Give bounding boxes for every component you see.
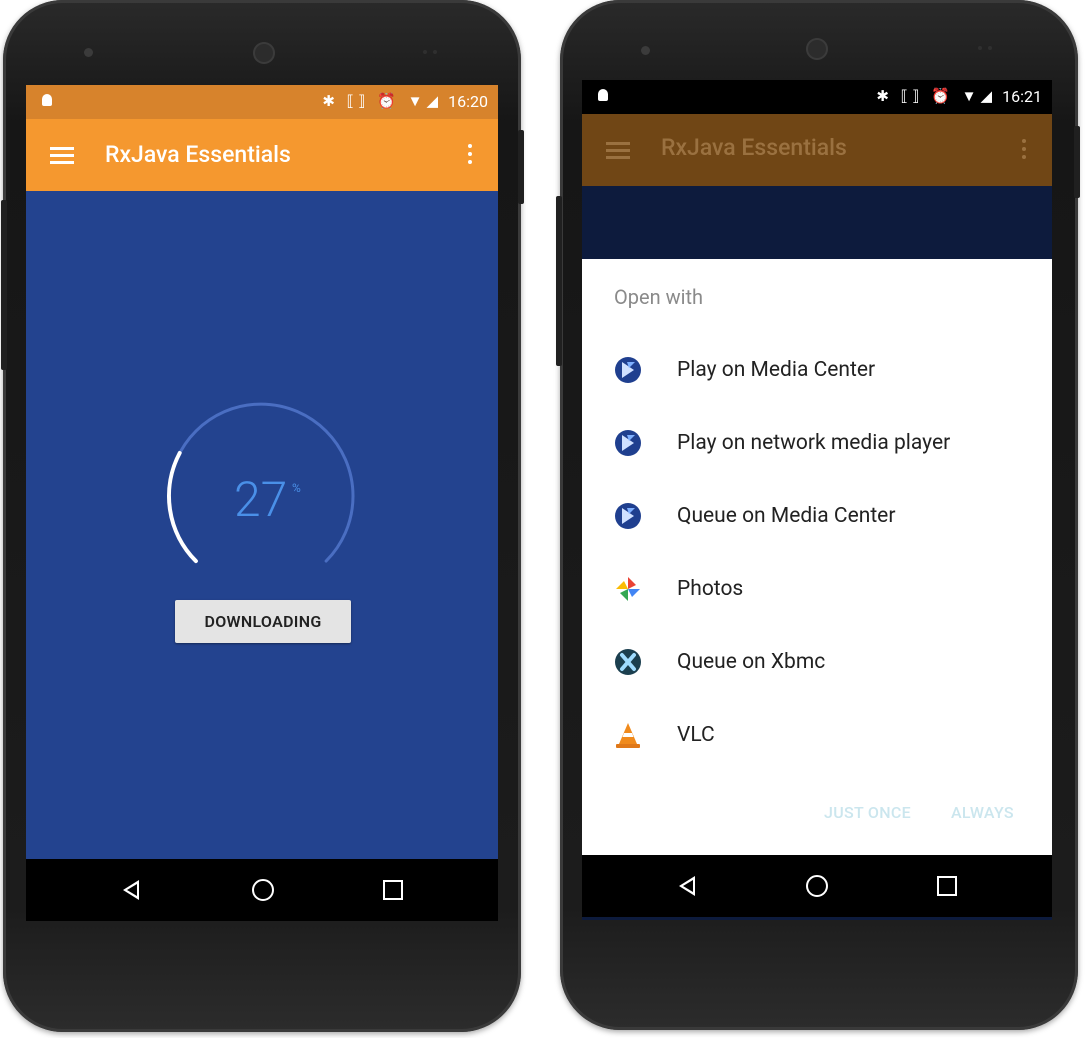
sensor	[978, 46, 982, 50]
status-icons: ✱ ⟦⟧ ⏰ ▼◢	[876, 87, 996, 105]
option-label: VLC	[677, 722, 715, 747]
app-title: RxJava Essentials	[661, 134, 847, 161]
kodi-icon	[615, 356, 641, 383]
kodi-icon	[615, 429, 641, 456]
option-label: Play on Media Center	[677, 357, 876, 382]
dialog-title: Open with	[614, 285, 704, 309]
nav-bar	[582, 855, 1052, 917]
option-label: Play on network media player	[677, 430, 951, 455]
sensor	[423, 50, 427, 54]
progress-percent-value: 27	[234, 471, 288, 528]
home-icon[interactable]	[787, 855, 847, 917]
back-icon[interactable]	[101, 859, 161, 921]
list-item[interactable]: Queue on Xbmc	[582, 625, 1052, 698]
volume-button	[1, 200, 7, 370]
always-button[interactable]: ALWAYS	[951, 803, 1014, 822]
open-with-dialog: Open with Play on Media Center Play on n…	[582, 259, 1052, 855]
kodi-icon	[615, 502, 641, 529]
right-screen: ✱ ⟦⟧ ⏰ ▼◢ 16:21 RxJava Essentials Open w…	[582, 80, 1052, 920]
earpiece-speaker	[806, 38, 828, 60]
nav-bar	[26, 859, 498, 921]
app-title: RxJava Essentials	[105, 141, 291, 168]
left-phone: ✱ ⟦⟧ ⏰ ▼◢ 16:20 RxJava Essentials 27 % D…	[1, 0, 524, 1032]
status-icons: ✱ ⟦⟧ ⏰ ▼◢	[322, 92, 442, 110]
app-bar: RxJava Essentials	[26, 119, 498, 191]
pinwheel-icon	[616, 576, 640, 601]
recents-icon[interactable]	[363, 859, 423, 921]
front-camera	[641, 46, 650, 55]
list-item[interactable]: Play on network media player	[582, 406, 1052, 479]
app-bar-dimmed: RxJava Essentials	[582, 114, 1052, 186]
power-button	[518, 130, 524, 204]
overflow-menu-icon[interactable]	[468, 144, 472, 168]
option-label: Photos	[677, 576, 744, 601]
status-time: 16:21	[1002, 87, 1042, 106]
option-label: Queue on Media Center	[677, 503, 896, 528]
android-debug-icon	[42, 94, 52, 106]
list-item[interactable]: VLC	[582, 698, 1052, 771]
sensor	[988, 46, 992, 50]
sensor	[433, 50, 437, 54]
home-icon[interactable]	[233, 859, 293, 921]
power-button	[1074, 126, 1080, 198]
downloading-button[interactable]: DOWNLOADING	[175, 600, 351, 643]
list-item[interactable]: Queue on Media Center	[582, 479, 1052, 552]
right-phone: ✱ ⟦⟧ ⏰ ▼◢ 16:21 RxJava Essentials Open w…	[556, 0, 1080, 1030]
volume-button	[556, 196, 562, 366]
list-item[interactable]: Play on Media Center	[582, 333, 1052, 406]
hamburger-menu-icon[interactable]	[50, 147, 74, 164]
front-camera	[84, 48, 93, 57]
status-bar: ✱ ⟦⟧ ⏰ ▼◢ 16:21	[582, 80, 1052, 114]
overflow-menu-icon	[1022, 139, 1026, 163]
android-debug-icon	[598, 89, 608, 101]
back-icon[interactable]	[657, 855, 717, 917]
xbmc-icon	[615, 648, 641, 675]
progress-arc	[167, 451, 198, 564]
recents-icon[interactable]	[917, 855, 977, 917]
status-time: 16:20	[448, 92, 488, 111]
vlc-cone-icon	[616, 722, 640, 748]
progress-percent-sign: %	[292, 481, 301, 495]
list-item[interactable]: Photos	[582, 552, 1052, 625]
option-label: Queue on Xbmc	[677, 649, 826, 674]
left-screen: ✱ ⟦⟧ ⏰ ▼◢ 16:20 RxJava Essentials 27 % D…	[26, 85, 498, 921]
hamburger-menu-icon	[606, 142, 630, 159]
status-bar: ✱ ⟦⟧ ⏰ ▼◢ 16:20	[26, 85, 498, 119]
just-once-button[interactable]: JUST ONCE	[824, 803, 911, 822]
earpiece-speaker	[253, 42, 275, 64]
